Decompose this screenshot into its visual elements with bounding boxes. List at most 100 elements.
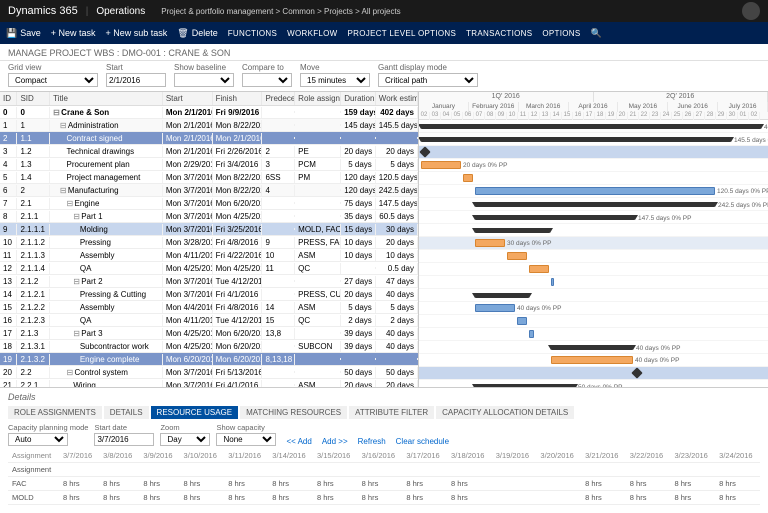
gantt-bar[interactable] (463, 174, 473, 182)
save-button[interactable]: 💾Save (6, 28, 41, 39)
zoom-select[interactable]: Day (160, 433, 210, 446)
grid-row[interactable]: 152.1.2.2 Assembly Mon 4/4/2016Fri 4/8/2… (0, 301, 418, 314)
gantt-bar[interactable] (551, 278, 554, 286)
col-header[interactable]: Finish (213, 92, 263, 105)
grid-row[interactable]: 182.1.3.1 Subcontractor work Mon 4/25/20… (0, 340, 418, 353)
grid-row[interactable]: 202.2 ⊟Control system Mon 3/7/2016Fri 5/… (0, 366, 418, 379)
grid-row[interactable]: 172.1.3 ⊟Part 3 Mon 4/25/2016Mon 6/20/20… (0, 327, 418, 340)
alloc-row[interactable]: MOLD8 hrs8 hrs8 hrs8 hrs8 hrs8 hrs8 hrs8… (8, 491, 760, 505)
expand-icon[interactable]: ⊟ (60, 121, 68, 130)
gantt-bar[interactable] (507, 252, 527, 260)
capacity-select[interactable]: None (216, 433, 276, 446)
col-header[interactable]: Duration (341, 92, 376, 105)
move-select[interactable]: 15 minutes (300, 73, 370, 87)
planning-select[interactable]: Auto (8, 433, 68, 446)
gantt-row (419, 315, 768, 328)
gantt-bar[interactable] (475, 293, 529, 298)
col-header[interactable]: Title (50, 92, 163, 105)
gantt-bar[interactable]: 20 days 0% PP (421, 161, 461, 169)
grid-row[interactable]: 162.1.2.3 QA Mon 4/11/2016Tue 4/12/2016 … (0, 314, 418, 327)
col-header[interactable]: SID (17, 92, 50, 105)
grid-row[interactable]: 51.4 Project management Mon 3/7/2016Mon … (0, 171, 418, 184)
grid-row[interactable]: 21.1 Contract signed Mon 2/1/2016Mon 2/1… (0, 132, 418, 145)
menu-options[interactable]: OPTIONS (542, 29, 580, 38)
col-header[interactable]: Role assignments (295, 92, 341, 105)
start-input[interactable] (106, 73, 166, 87)
gantt-row (419, 172, 768, 185)
expand-icon[interactable]: ⊟ (73, 277, 81, 286)
action-toolbar: 💾Save + New task + New sub task 🗑Delete … (0, 22, 768, 44)
grid-row[interactable]: 122.1.1.4 QA Mon 4/25/2016Mon 4/25/2016 … (0, 262, 418, 275)
gantt-bar[interactable] (475, 228, 550, 233)
detail-tab[interactable]: ATTRIBUTE FILTER (349, 406, 434, 419)
detail-start-input[interactable] (94, 433, 154, 446)
alloc-row[interactable]: Assignment (8, 463, 760, 477)
gantt-bar[interactable]: 120.5 days 0% PP (475, 187, 715, 195)
grid-row[interactable]: 11 ⊟Administration Mon 2/1/2016Mon 8/22/… (0, 119, 418, 132)
menu-functions[interactable]: FUNCTIONS (228, 29, 277, 38)
search-icon[interactable]: 🔍 (590, 28, 601, 39)
grid-row[interactable]: 212.2.1 Wiring Mon 3/7/2016Fri 4/1/2016 … (0, 379, 418, 387)
detail-tab[interactable]: DETAILS (104, 406, 149, 419)
gantt-bar[interactable]: 402 days 0% PP (421, 124, 761, 129)
gantt-bar[interactable]: 242.5 days 0% PP (475, 202, 715, 207)
grid-row[interactable]: 62 ⊟Manufacturing Mon 3/7/2016Mon 8/22/2… (0, 184, 418, 197)
display-select[interactable]: Critical path (378, 73, 478, 87)
baseline-select[interactable] (174, 73, 234, 87)
detail-tab[interactable]: MATCHING RESOURCES (240, 406, 347, 419)
details-panel: Details ROLE ASSIGNMENTSDETAILSRESOURCE … (0, 387, 768, 509)
grid-row[interactable]: 132.1.2 ⊟Part 2 Mon 3/7/2016Tue 4/12/201… (0, 275, 418, 288)
gantt-bar[interactable] (529, 330, 534, 338)
col-header[interactable]: Start (163, 92, 213, 105)
gantt-bar[interactable] (517, 317, 527, 325)
grid-row[interactable]: 31.2 Technical drawings Mon 2/1/2016Fri … (0, 145, 418, 158)
gantt-bar[interactable] (419, 146, 430, 157)
gantt-bar[interactable]: 50 days 0% PP (475, 384, 575, 387)
grid-row[interactable]: 92.1.1.1 Molding Mon 3/7/2016Fri 3/25/20… (0, 223, 418, 236)
menu-transactions[interactable]: TRANSACTIONS (466, 29, 532, 38)
clear-link[interactable]: Clear schedule (396, 437, 449, 446)
expand-icon[interactable]: ⊟ (67, 368, 75, 377)
alloc-row[interactable]: FAC8 hrs8 hrs8 hrs8 hrs8 hrs8 hrs8 hrs8 … (8, 477, 760, 491)
gridview-select[interactable]: Compact (8, 73, 98, 87)
user-avatar[interactable] (742, 2, 760, 20)
menu-workflow[interactable]: WORKFLOW (287, 29, 337, 38)
grid-row[interactable]: 00 ⊟Crane & Son Mon 2/1/2016Fri 9/9/2016… (0, 106, 418, 119)
new-subtask-button[interactable]: + New sub task (106, 28, 168, 38)
grid-row[interactable]: 142.1.2.1 Pressing & Cutting Mon 3/7/201… (0, 288, 418, 301)
gantt-bar[interactable] (631, 367, 642, 378)
grid-row[interactable]: 72.1 ⊟Engine Mon 3/7/2016Mon 6/20/2016 7… (0, 197, 418, 210)
grid-row[interactable]: 112.1.1.3 Assembly Mon 4/11/2016Fri 4/22… (0, 249, 418, 262)
detail-tab[interactable]: ROLE ASSIGNMENTS (8, 406, 102, 419)
expand-icon[interactable]: ⊟ (73, 329, 81, 338)
expand-icon[interactable]: ⊟ (60, 186, 68, 195)
compare-select[interactable] (242, 73, 292, 87)
grid-row[interactable]: 192.1.3.2 Engine complete Mon 6/20/2016M… (0, 353, 418, 366)
detail-tab[interactable]: RESOURCE USAGE (151, 406, 239, 419)
expand-icon[interactable]: ⊟ (73, 212, 81, 221)
expand-icon[interactable]: ⊟ (53, 108, 61, 117)
expand-icon[interactable]: ⊟ (67, 199, 75, 208)
grid-row[interactable]: 41.3 Procurement plan Mon 2/29/2016Fri 3… (0, 158, 418, 171)
col-header[interactable]: Predeces.. (262, 92, 295, 105)
gantt-bar[interactable] (529, 265, 549, 273)
filter-bar: Grid viewCompact Start Show baseline Com… (0, 61, 768, 91)
gantt-bar[interactable]: 30 days 0% PP (475, 239, 505, 247)
breadcrumb[interactable]: Project & portfolio management > Common … (161, 7, 400, 16)
refresh-link[interactable]: Refresh (358, 437, 386, 446)
col-header[interactable]: ID (0, 92, 17, 105)
grid-row[interactable]: 102.1.1.2 Pressing Mon 3/28/2016Fri 4/8/… (0, 236, 418, 249)
gantt-bar[interactable]: 145.5 days 0% PP (421, 137, 731, 142)
delete-button[interactable]: 🗑Delete (177, 28, 217, 39)
gantt-bar[interactable]: 40 days 0% PP (551, 356, 633, 364)
col-header[interactable]: Work estimate (376, 92, 418, 105)
add-left-link[interactable]: << Add (286, 437, 311, 446)
add-right-link[interactable]: Add >> (322, 437, 348, 446)
gantt-bar[interactable]: 40 days 0% PP (551, 345, 633, 350)
menu-project-options[interactable]: PROJECT LEVEL OPTIONS (348, 29, 457, 38)
grid-row[interactable]: 82.1.1 ⊟Part 1 Mon 3/7/2016Mon 4/25/2016… (0, 210, 418, 223)
detail-tab[interactable]: CAPACITY ALLOCATION DETAILS (436, 406, 574, 419)
gantt-bar[interactable]: 147.5 days 0% PP (475, 215, 635, 220)
gantt-bar[interactable]: 40 days 0% PP (475, 304, 515, 312)
new-task-button[interactable]: + New task (51, 28, 96, 38)
